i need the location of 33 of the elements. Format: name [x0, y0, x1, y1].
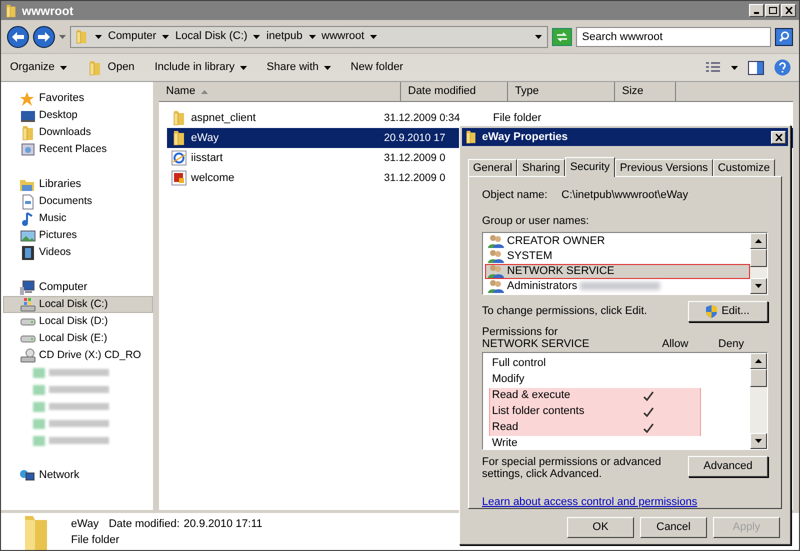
- advanced-hint: For special permissions or advanced settings, click Advanced.: [482, 456, 662, 480]
- user-name: CREATOR OWNER: [507, 234, 605, 249]
- file-date: 31.12.2009 0:34: [384, 112, 460, 124]
- permission-name: Write: [492, 436, 518, 448]
- file-date: 31.12.2009 0: [384, 172, 446, 184]
- details-name: eWay: [71, 516, 99, 532]
- permissions-label: Permissions for NETWORK SERVICE: [482, 326, 590, 350]
- permission-name: Modify: [492, 372, 526, 388]
- group-label: Group or user names:: [482, 214, 590, 229]
- details-type: File folder: [71, 532, 120, 548]
- permission-name: Full control: [492, 356, 547, 372]
- object-name-label: Object name:: [482, 188, 548, 203]
- change-hint: To change permissions, click Edit.: [482, 304, 648, 319]
- details-date-label: Date modified:: [108, 516, 180, 532]
- permission-name: List folder contents: [492, 404, 586, 420]
- file-name: eWay: [191, 130, 219, 146]
- user-name: SYSTEM: [507, 248, 552, 264]
- file-name: aspnet_client: [191, 110, 256, 126]
- deny-column-label: Deny: [718, 338, 744, 350]
- file-date: 20.9.2010 17: [384, 132, 446, 144]
- user-name: NETWORK SERVICE: [507, 264, 614, 279]
- details-date: 20.9.2010 17:11: [184, 516, 262, 532]
- window-title: wwwroot: [22, 2, 74, 20]
- file-name: iisstart: [191, 150, 223, 166]
- file-date: 31.12.2009 0: [384, 152, 446, 164]
- file-name: welcome: [191, 170, 234, 186]
- permission-name: Read & execute: [492, 388, 572, 404]
- user-name: Administrators: [507, 278, 578, 294]
- file-type: File folder: [492, 110, 542, 126]
- dialog-title: eWay Properties: [482, 130, 568, 145]
- object-name-value: C:\inetpub\wwwroot\eWay: [561, 188, 688, 203]
- permission-name: Read: [492, 420, 520, 436]
- allow-column-label: Allow: [662, 338, 688, 350]
